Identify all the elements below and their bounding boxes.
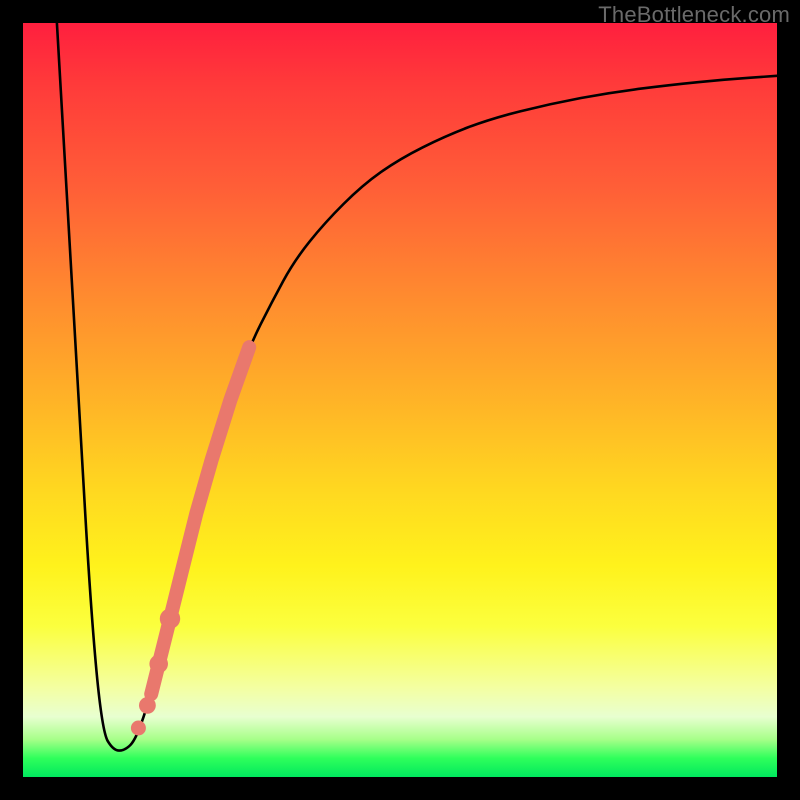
chart-svg	[23, 23, 777, 777]
plot-area	[23, 23, 777, 777]
highlight-segment	[151, 347, 249, 694]
highlight-dot	[149, 655, 168, 674]
highlight-dot	[139, 697, 156, 714]
chart-frame: TheBottleneck.com	[0, 0, 800, 800]
highlight-dot	[160, 609, 180, 629]
highlight-dots	[131, 609, 180, 736]
watermark-text: TheBottleneck.com	[598, 2, 790, 28]
highlight-dot	[131, 721, 146, 736]
